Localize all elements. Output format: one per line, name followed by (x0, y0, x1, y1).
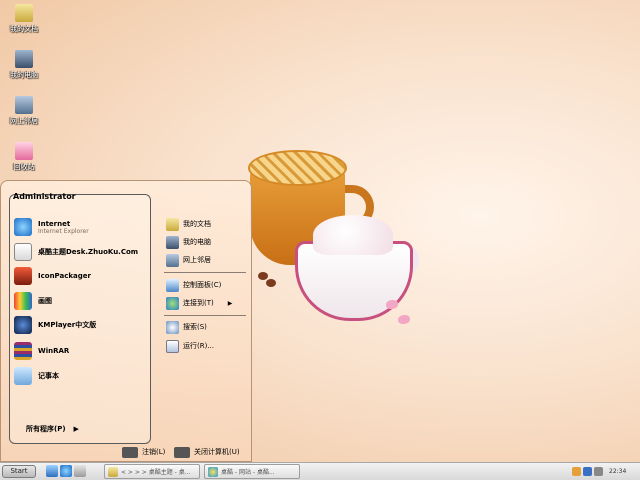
petal-decoration (398, 315, 410, 324)
all-programs-label: 所有程序(P) (26, 425, 66, 433)
start-item-winrar[interactable]: WinRAR (14, 340, 69, 362)
quick-launch-ie-icon[interactable] (60, 465, 72, 477)
start-right-label: 运行(R)... (183, 342, 215, 350)
taskbar: Start < > > > 桌酷主题 - 桌... 桌酷 - 网站 - 桌酷..… (0, 462, 640, 480)
start-item-title: Internet (38, 219, 71, 228)
network-places-icon (166, 253, 179, 267)
start-right-label: 搜索(S) (183, 323, 207, 331)
desktop-icon-my-documents[interactable]: 我的文档 (4, 4, 44, 34)
zhuoku-theme-icon (14, 243, 32, 261)
winrar-icon (14, 342, 32, 360)
computer-icon (15, 50, 33, 68)
start-right-connect-to[interactable]: 连接到(T) ▶ (166, 295, 232, 311)
notepad-icon (14, 367, 32, 385)
shutdown-button[interactable]: 关闭计算机(U) (174, 445, 240, 459)
network-icon (15, 96, 33, 114)
quick-launch-media-icon[interactable] (74, 465, 86, 477)
tray-network-icon[interactable] (583, 467, 592, 476)
taskbar-task-browser[interactable]: 桌酷 - 网站 - 桌酷... (204, 464, 300, 479)
start-right-label: 网上邻居 (183, 256, 211, 264)
start-item-title: WinRAR (38, 347, 70, 355)
system-tray: 22:34 (572, 464, 638, 479)
start-right-run[interactable]: 运行(R)... (166, 338, 214, 354)
arrow-right-icon: ▶ (73, 425, 79, 433)
start-right-label: 连接到(T) (183, 299, 214, 307)
iconpackager-icon (14, 267, 32, 285)
wallpaper-cream-cup (295, 215, 420, 325)
desktop-icon-my-computer[interactable]: 我的电脑 (4, 50, 44, 80)
task-label: < > > > 桌酷主题 - 桌... (121, 469, 191, 476)
taskbar-task-folder[interactable]: < > > > 桌酷主题 - 桌... (104, 464, 200, 479)
search-icon (166, 320, 179, 334)
start-right-search[interactable]: 搜索(S) (166, 319, 207, 335)
coffee-bean-decoration (266, 279, 276, 287)
logoff-icon (122, 446, 138, 458)
task-label: 桌酷 - 网站 - 桌酷... (221, 469, 275, 476)
tray-app-icon[interactable] (572, 467, 581, 476)
start-item-title: 桌酷主题Desk.ZhuoKu.Com (38, 248, 139, 256)
all-programs-button[interactable]: 所有程序(P) ▶ (26, 424, 79, 434)
quick-launch-desktop-icon[interactable] (46, 465, 58, 477)
my-computer-icon (166, 235, 179, 249)
folder-task-icon (108, 466, 118, 477)
desktop-icon-label: 网上邻居 (10, 117, 38, 125)
clock[interactable]: 22:34 (609, 468, 626, 475)
start-item-title: 记事本 (38, 372, 59, 380)
desktop-icon-label: 我的电脑 (10, 71, 38, 79)
desktop-icon-label: 我的文档 (10, 25, 38, 33)
tray-volume-icon[interactable] (594, 467, 603, 476)
start-item-title: 画图 (38, 297, 52, 305)
shutdown-label: 关闭计算机(U) (194, 448, 240, 456)
start-item-zhuoku[interactable]: 桌酷主题Desk.ZhuoKu.Com (14, 241, 138, 263)
paint-icon (14, 292, 32, 310)
start-right-label: 我的电脑 (183, 238, 211, 246)
internet-explorer-icon (14, 218, 32, 236)
start-menu-username: Administrator (13, 192, 76, 201)
start-right-control-panel[interactable]: 控制面板(C) (166, 277, 221, 293)
start-right-my-computer[interactable]: 我的电脑 (166, 234, 211, 250)
start-right-label: 控制面板(C) (183, 281, 222, 289)
power-icon (174, 446, 190, 458)
start-button[interactable]: Start (2, 465, 36, 478)
start-item-internet[interactable]: Internet Internet Explorer (14, 216, 89, 238)
petal-decoration (386, 300, 398, 309)
desktop-icon-network[interactable]: 网上邻居 (4, 96, 44, 126)
desktop-icon-label: 回收站 (13, 163, 35, 171)
logoff-button[interactable]: 注销(L) (122, 445, 165, 459)
start-item-title: KMPlayer中文版 (38, 321, 97, 329)
start-right-my-documents[interactable]: 我的文档 (166, 216, 211, 232)
start-item-iconpackager[interactable]: IconPackager (14, 265, 91, 287)
recycle-bin-icon (15, 142, 33, 160)
start-item-paint[interactable]: 画图 (14, 290, 52, 312)
folder-documents-icon (15, 4, 33, 22)
submenu-arrow-icon: ▶ (227, 299, 233, 307)
menu-divider (164, 315, 246, 316)
kmplayer-icon (14, 316, 32, 334)
start-item-subtitle: Internet Explorer (38, 227, 89, 235)
my-documents-icon (166, 217, 179, 231)
start-item-title: IconPackager (38, 272, 91, 280)
browser-task-icon (208, 466, 218, 477)
start-item-notepad[interactable]: 记事本 (14, 365, 59, 387)
control-panel-icon (166, 278, 179, 292)
logoff-label: 注销(L) (142, 448, 166, 456)
menu-divider (164, 272, 246, 273)
connect-to-icon (166, 296, 179, 310)
start-right-label: 我的文档 (183, 220, 211, 228)
desktop-icon-recycle-bin[interactable]: 回收站 (4, 142, 44, 172)
start-item-kmplayer[interactable]: KMPlayer中文版 (14, 314, 96, 336)
run-icon (166, 339, 179, 353)
coffee-bean-decoration (258, 272, 268, 280)
start-right-network[interactable]: 网上邻居 (166, 252, 211, 268)
